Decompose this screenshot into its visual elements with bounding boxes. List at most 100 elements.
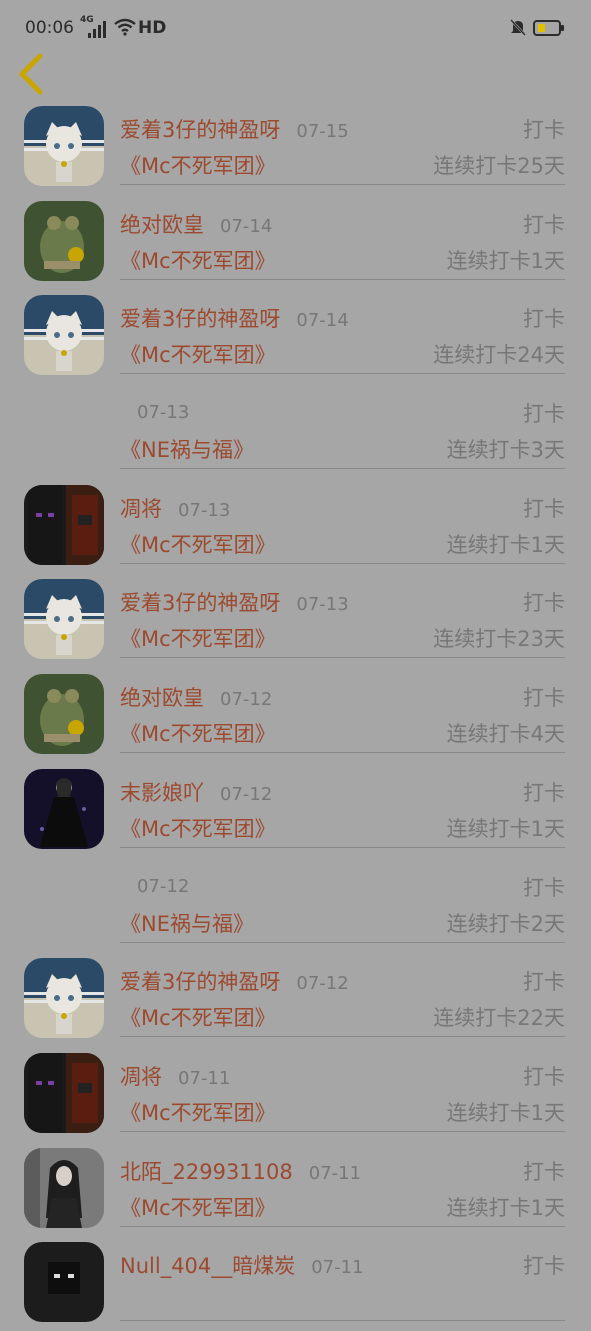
checkin-row[interactable]: 凋将 07-11 打卡 《Mc不死军团》 连续打卡1天 (0, 1047, 591, 1142)
row-divider (120, 752, 565, 754)
frog-avatar[interactable] (24, 674, 104, 755)
checkin-date: 07-13 (137, 402, 190, 424)
user-name-text[interactable]: 绝对欧皇 (120, 213, 204, 237)
anime-girl-avatar[interactable] (24, 295, 104, 376)
checkin-date: 07-11 (178, 1067, 231, 1089)
checkin-date: 07-12 (137, 875, 190, 897)
user-name-text[interactable]: 爱着3仔的神盈呀 (120, 591, 280, 615)
checkin-list: 爱着3仔的神盈呀 07-15 打卡 《Mc不死军团》 连续打卡25天 绝对欧皇 07-14 打… (0, 100, 591, 1331)
checkin-action-label: 打卡 (523, 118, 565, 142)
row-divider (120, 468, 565, 470)
checkin-row[interactable]: 爱着3仔的神盈呀 07-13 打卡 《Mc不死军团》 连续打卡23天 (0, 573, 591, 668)
checkin-action-label: 打卡 (523, 875, 565, 900)
user-name-text[interactable]: 爱着3仔的神盈呀 (120, 118, 280, 142)
user-name[interactable]: 爱着3仔的神盈呀 07-12 (120, 966, 349, 996)
row-divider (120, 184, 565, 185)
checkin-row[interactable]: 爱着3仔的神盈呀 07-15 打卡《Mc不死军团》 连续打卡25天 (0, 100, 591, 195)
group-name-link[interactable]: 《Mc不死军团》 (120, 813, 276, 843)
streak-label: 连续打卡2天 (446, 911, 565, 936)
checkin-row[interactable]: 绝对欧皇 07-12 打卡 《Mc不死军团》 连续打卡4天 (0, 668, 591, 763)
checkin-date: 07-12 (220, 783, 273, 805)
group-name-link[interactable]: 《Mc不死军团》 (120, 245, 276, 275)
group-name-link[interactable]: 《Mc不死军团》 (120, 150, 276, 180)
checkin-date: 07-12 (220, 689, 273, 711)
checkin-row[interactable]: 凋将 07-13 打卡 《Mc不死军团》 连续打卡1天 (0, 479, 591, 574)
checkin-row[interactable]: 爱着3仔的神盈呀 07-14 打卡 《Mc不死军团》 连续打卡24天 (0, 289, 591, 384)
long-hair-girl-avatar[interactable] (24, 1147, 104, 1228)
anime-girl-avatar[interactable] (24, 579, 104, 660)
user-name-text[interactable]: Null_404__暗煤炭 (120, 1254, 295, 1278)
checkin-date: 07-14 (220, 215, 273, 237)
streak-label: 连续打卡1天 (446, 816, 565, 841)
checkin-row[interactable]: Null_404__暗煤炭 07-11 打卡 (0, 1236, 591, 1331)
user-name-text[interactable]: 凋将 (120, 1065, 162, 1089)
user-name-text[interactable]: 凋将 (120, 497, 162, 521)
battery-icon (533, 20, 564, 36)
user-name[interactable]: 绝对欧皇 07-14 (120, 209, 272, 239)
row-divider (120, 1225, 565, 1227)
user-name-text[interactable]: 爱着3仔的神盈呀 (120, 970, 280, 994)
anime-girl-avatar[interactable] (24, 958, 104, 1039)
dark-avatar[interactable] (24, 1242, 104, 1323)
checkin-action-label: 打卡 (523, 496, 565, 521)
user-name-text[interactable]: 北陌_229931108 (120, 1160, 293, 1184)
checkin-date: 07-13 (178, 499, 231, 521)
mute-icon (509, 18, 527, 36)
checkin-row[interactable]: 爱着3仔的神盈呀 07-12 打卡 《Mc不死军团》 连续打卡22天 (0, 952, 591, 1047)
user-name[interactable]: 末影娘吖 07-12 (120, 777, 272, 807)
user-name[interactable]: 爱着3仔的神盈呀 07-15 (120, 114, 349, 144)
checkin-row[interactable]: 末影娘吖 07-12 打卡《Mc不死军团》 连续打卡1天 (0, 763, 591, 858)
row-divider (120, 657, 565, 659)
streak-label: 连续打卡1天 (446, 248, 565, 273)
user-name[interactable]: 北陌_229931108 07-11 (120, 1156, 361, 1186)
group-name-link[interactable]: 《Mc不死军团》 (120, 1097, 276, 1127)
status-bar: 00:06 4G HD (0, 0, 591, 60)
checkin-date: 07-13 (296, 594, 349, 616)
checkin-row[interactable]: 07-12 打卡《NE祸与福》 连续打卡2天 (0, 858, 591, 953)
streak-label: 连续打卡25天 (433, 154, 565, 178)
user-name[interactable]: 爱着3仔的神盈呀 07-14 (120, 303, 349, 333)
dark-dress-girl-avatar[interactable] (24, 768, 104, 849)
checkin-action-label: 打卡 (523, 1159, 565, 1184)
checkin-action-label: 打卡 (523, 1064, 565, 1089)
group-name-link[interactable]: 《Mc不死军团》 (120, 1192, 276, 1222)
status-time: 00:06 (25, 18, 74, 38)
checkin-action-label: 打卡 (523, 780, 565, 805)
signal-icon (88, 20, 106, 38)
user-name-text[interactable]: 绝对欧皇 (120, 686, 204, 710)
row-divider (120, 562, 565, 564)
minecraft-avatar[interactable] (24, 484, 104, 565)
group-name-link[interactable]: 《Mc不死军团》 (120, 339, 276, 369)
checkin-row[interactable]: 北陌_229931108 07-11 打卡《Mc不死军团》 连续打卡1天 (0, 1142, 591, 1237)
checkin-action-label: 打卡 (523, 970, 565, 995)
group-name-link[interactable]: 《Mc不死军团》 (120, 1002, 276, 1032)
checkin-row[interactable]: 绝对欧皇 07-14 打卡 《Mc不死军团》 连续打卡1天 (0, 195, 591, 290)
streak-label: 连续打卡23天 (433, 627, 565, 652)
user-name[interactable]: 凋将 07-11 (120, 1061, 230, 1091)
user-name[interactable]: 爱着3仔的神盈呀 07-13 (120, 587, 349, 617)
checkin-row[interactable]: 07-13 打卡 《NE祸与福》 连续打卡3天 (0, 384, 591, 479)
minecraft-avatar[interactable] (24, 1052, 104, 1133)
group-name-link[interactable]: 《Mc不死军团》 (120, 623, 276, 653)
row-divider (120, 1130, 565, 1132)
user-name[interactable]: Null_404__暗煤炭 07-11 (120, 1250, 364, 1280)
streak-label: 连续打卡24天 (433, 343, 565, 368)
group-name-link[interactable]: 《Mc不死军团》 (120, 529, 276, 559)
group-name-link[interactable]: 《Mc不死军团》 (120, 718, 276, 748)
chevron-left-icon (19, 53, 43, 95)
frog-avatar[interactable] (24, 200, 104, 281)
group-name-link[interactable]: 《NE祸与福》 (120, 434, 254, 464)
user-name[interactable]: 绝对欧皇 07-12 (120, 682, 272, 712)
back-button[interactable] (14, 52, 48, 96)
user-name[interactable]: 凋将 07-13 (120, 493, 230, 523)
checkin-action-label: 打卡 (523, 402, 565, 427)
streak-label: 连续打卡1天 (446, 1195, 565, 1220)
user-name-text[interactable]: 爱着3仔的神盈呀 (120, 307, 280, 331)
group-name-link[interactable]: 《NE祸与福》 (120, 908, 254, 938)
anime-girl-avatar[interactable] (24, 106, 104, 186)
hd-label: HD (138, 18, 167, 38)
user-name-text[interactable]: 末影娘吖 (120, 781, 204, 805)
row-divider (120, 846, 565, 848)
row-divider (120, 1320, 565, 1322)
row-divider (120, 278, 565, 280)
